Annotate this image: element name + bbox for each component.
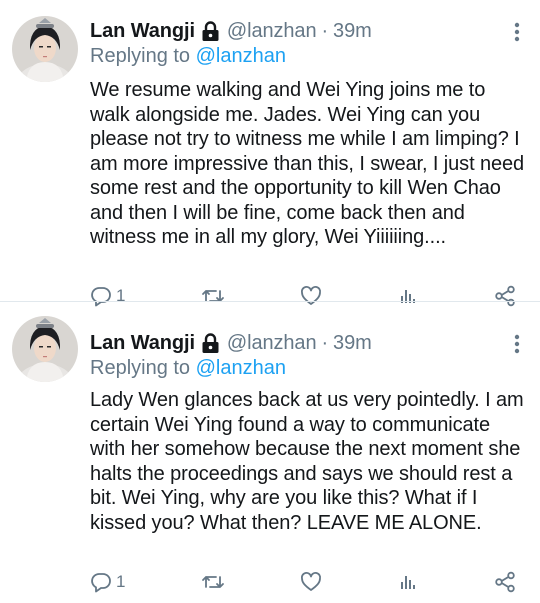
retweet-icon — [201, 571, 225, 593]
share-icon — [494, 571, 516, 593]
separator: · — [321, 331, 329, 354]
reply-count: 1 — [116, 572, 126, 591]
tweet-text: We resume walking and Wei Ying joins me … — [90, 79, 525, 248]
replying-to-label: Replying to — [90, 45, 191, 67]
lock-icon — [201, 20, 220, 42]
avatar[interactable] — [12, 16, 78, 82]
author-handle[interactable]: @lanzhan — [227, 20, 317, 43]
tweet-header: Lan Wangji @lanzhan · 39m — [90, 330, 500, 356]
tweet-text: Lady Wen glances back at us very pointed… — [90, 389, 524, 534]
reply-icon — [90, 571, 112, 593]
timestamp[interactable]: 39m — [333, 332, 372, 355]
replying-to-link[interactable]: @lanzhan — [196, 357, 286, 379]
replying-to: Replying to @lanzhan — [90, 357, 286, 380]
author-name[interactable]: Lan Wangji — [90, 20, 195, 43]
reply-button[interactable]: 1 — [90, 571, 125, 593]
author-handle[interactable]: @lanzhan — [227, 332, 317, 355]
tweet[interactable]: Lan Wangji @lanzhan · 39m Replying to @l… — [0, 301, 540, 603]
author-name[interactable]: Lan Wangji — [90, 332, 195, 355]
analytics-button[interactable] — [397, 571, 419, 593]
replying-to: Replying to @lanzhan — [90, 45, 286, 68]
avatar[interactable] — [12, 316, 78, 382]
analytics-icon — [397, 571, 419, 593]
more-options-icon[interactable] — [514, 334, 520, 359]
more-options-icon[interactable] — [514, 22, 520, 47]
like-icon — [300, 571, 322, 593]
tweet-actions: 1 — [90, 570, 516, 594]
replying-to-label: Replying to — [90, 357, 191, 379]
tweet[interactable]: Lan Wangji @lanzhan · 39m Replying to @l… — [0, 0, 540, 307]
share-button[interactable] — [494, 571, 516, 593]
lock-icon — [201, 332, 220, 354]
like-button[interactable] — [300, 571, 322, 593]
replying-to-link[interactable]: @lanzhan — [196, 45, 286, 67]
retweet-button[interactable] — [201, 571, 225, 593]
tweet-header: Lan Wangji @lanzhan · 39m — [90, 18, 500, 44]
timestamp[interactable]: 39m — [333, 20, 372, 43]
separator: · — [321, 19, 329, 42]
